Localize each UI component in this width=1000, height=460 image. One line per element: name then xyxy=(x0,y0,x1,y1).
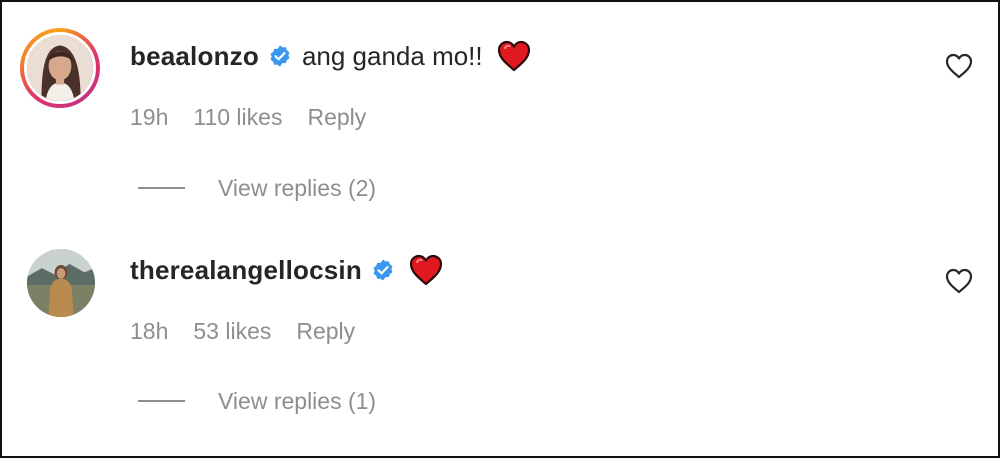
heart-outline-icon[interactable] xyxy=(945,53,973,79)
comment-item: therealangellocsin 18h 53 likes Reply Vi… xyxy=(2,217,1000,460)
comment-text: ang ganda mo!! xyxy=(301,40,483,71)
reply-button[interactable]: Reply xyxy=(296,318,355,345)
heart-outline-icon[interactable] xyxy=(945,268,973,294)
avatar-photo xyxy=(27,249,95,317)
comment-meta: 18h 53 likes Reply xyxy=(130,316,355,346)
username[interactable]: beaalonzo xyxy=(130,41,259,72)
verified-badge-icon xyxy=(371,258,395,282)
view-replies-label: View replies (2) xyxy=(218,174,377,201)
avatar[interactable] xyxy=(20,28,100,108)
view-replies-button[interactable]: View replies (1) xyxy=(138,386,376,416)
username[interactable]: therealangellocsin xyxy=(130,255,362,286)
timestamp[interactable]: 18h xyxy=(130,318,168,345)
likes-count[interactable]: 110 likes xyxy=(193,104,282,131)
comment-line: therealangellocsin xyxy=(130,250,443,290)
avatar[interactable] xyxy=(27,249,95,317)
reply-button[interactable]: Reply xyxy=(307,104,366,131)
timestamp[interactable]: 19h xyxy=(130,104,168,131)
comment-item: beaalonzo ang ganda mo!! 19h 110 likes R… xyxy=(2,2,1000,217)
avatar-photo xyxy=(24,32,96,104)
red-heart-emoji-icon xyxy=(497,40,531,72)
likes-count[interactable]: 53 likes xyxy=(193,318,271,345)
replies-divider-line xyxy=(138,187,185,189)
view-replies-button[interactable]: View replies (2) xyxy=(138,173,376,203)
red-heart-emoji-icon xyxy=(409,254,443,286)
view-replies-label: View replies (1) xyxy=(218,387,377,414)
comment-meta: 19h 110 likes Reply xyxy=(130,102,366,132)
replies-divider-line xyxy=(138,400,185,402)
verified-badge-icon xyxy=(268,44,292,68)
comment-line: beaalonzo ang ganda mo!! xyxy=(130,36,531,76)
